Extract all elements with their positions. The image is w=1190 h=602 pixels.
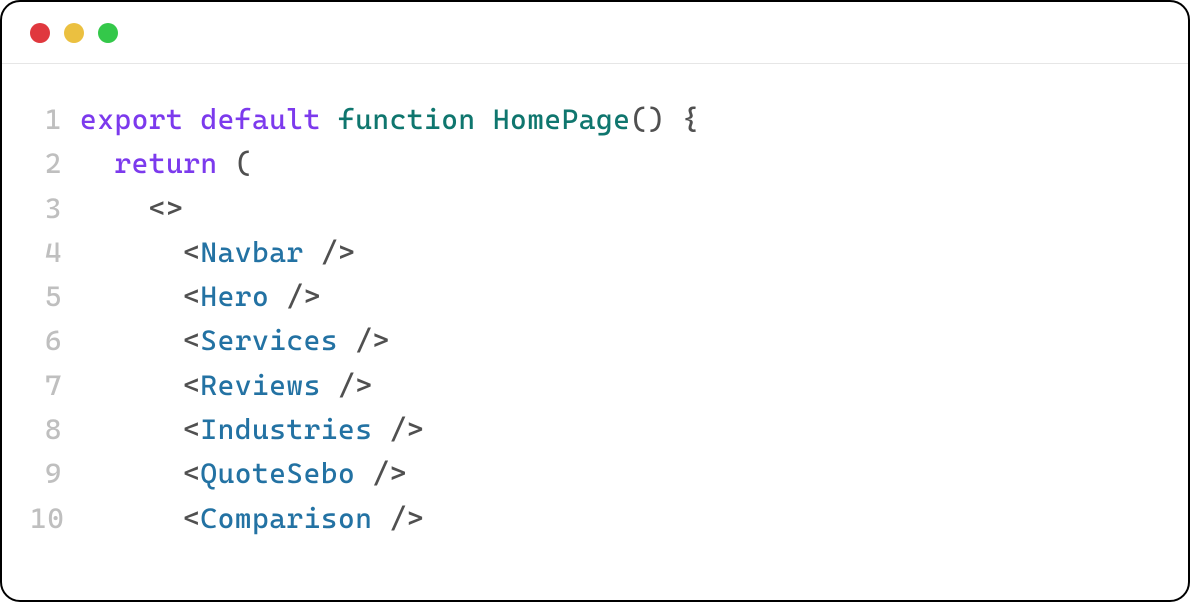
code-content: <> <box>80 187 183 231</box>
token: <> <box>149 192 183 225</box>
line-number: 6 <box>30 319 80 363</box>
token: default <box>200 103 320 136</box>
token <box>183 103 200 136</box>
token: /> <box>390 502 424 535</box>
token: QuoteSebo <box>200 457 355 490</box>
token: < <box>183 280 200 313</box>
line-number: 9 <box>30 452 80 496</box>
code-content: <Industries /> <box>80 408 424 452</box>
code-line: 6 <Services /> <box>30 319 1160 363</box>
code-content: export default function HomePage() { <box>80 98 699 142</box>
token: Reviews <box>200 369 320 402</box>
token: HomePage <box>493 103 631 136</box>
token <box>218 147 235 180</box>
token: /> <box>338 369 372 402</box>
token: Comparison <box>200 502 372 535</box>
token: { <box>682 103 699 136</box>
line-number: 1 <box>30 98 80 142</box>
token: < <box>183 413 200 446</box>
line-number: 4 <box>30 231 80 275</box>
code-line: 10 <Comparison /> <box>30 497 1160 541</box>
zoom-dot[interactable] <box>98 23 118 43</box>
token <box>80 502 183 535</box>
line-number: 10 <box>30 497 80 541</box>
token: /> <box>372 457 406 490</box>
close-dot[interactable] <box>30 23 50 43</box>
token: /> <box>390 413 424 446</box>
token <box>80 324 183 357</box>
code-line: 3 <> <box>30 187 1160 231</box>
token <box>269 280 286 313</box>
token: return <box>114 147 217 180</box>
token <box>665 103 682 136</box>
token: ( <box>235 147 252 180</box>
token: Services <box>200 324 338 357</box>
token: function <box>338 103 476 136</box>
token <box>372 502 389 535</box>
code-content: <Hero /> <box>80 275 321 319</box>
token: export <box>80 103 183 136</box>
token <box>321 369 338 402</box>
code-content: <Comparison /> <box>80 497 424 541</box>
token: Navbar <box>200 236 303 269</box>
line-number: 2 <box>30 142 80 186</box>
code-content: return ( <box>80 142 252 186</box>
minimize-dot[interactable] <box>64 23 84 43</box>
token <box>355 457 372 490</box>
code-content: <Navbar /> <box>80 231 355 275</box>
token <box>372 413 389 446</box>
line-number: 7 <box>30 364 80 408</box>
token: < <box>183 457 200 490</box>
token: < <box>183 324 200 357</box>
code-content: <Reviews /> <box>80 364 372 408</box>
token <box>304 236 321 269</box>
code-line: 8 <Industries /> <box>30 408 1160 452</box>
token: Hero <box>200 280 269 313</box>
code-line: 5 <Hero /> <box>30 275 1160 319</box>
code-line: 4 <Navbar /> <box>30 231 1160 275</box>
window-titlebar <box>2 2 1188 64</box>
code-line: 2 return ( <box>30 142 1160 186</box>
token: < <box>183 369 200 402</box>
code-content: <QuoteSebo /> <box>80 452 407 496</box>
token: () <box>630 103 664 136</box>
token <box>338 324 355 357</box>
token: < <box>183 502 200 535</box>
code-line: 9 <QuoteSebo /> <box>30 452 1160 496</box>
code-area: 1export default function HomePage() {2 r… <box>2 64 1188 561</box>
token <box>80 192 149 225</box>
token: /> <box>321 236 355 269</box>
token: Industries <box>200 413 372 446</box>
token <box>80 147 114 180</box>
line-number: 5 <box>30 275 80 319</box>
code-line: 7 <Reviews /> <box>30 364 1160 408</box>
line-number: 3 <box>30 187 80 231</box>
token: < <box>183 236 200 269</box>
code-window: 1export default function HomePage() {2 r… <box>0 0 1190 602</box>
code-line: 1export default function HomePage() { <box>30 98 1160 142</box>
token <box>80 369 183 402</box>
token: /> <box>355 324 389 357</box>
token <box>476 103 493 136</box>
line-number: 8 <box>30 408 80 452</box>
token <box>80 280 183 313</box>
code-content: <Services /> <box>80 319 390 363</box>
token <box>321 103 338 136</box>
token <box>80 236 183 269</box>
token: /> <box>286 280 320 313</box>
token <box>80 457 183 490</box>
token <box>80 413 183 446</box>
